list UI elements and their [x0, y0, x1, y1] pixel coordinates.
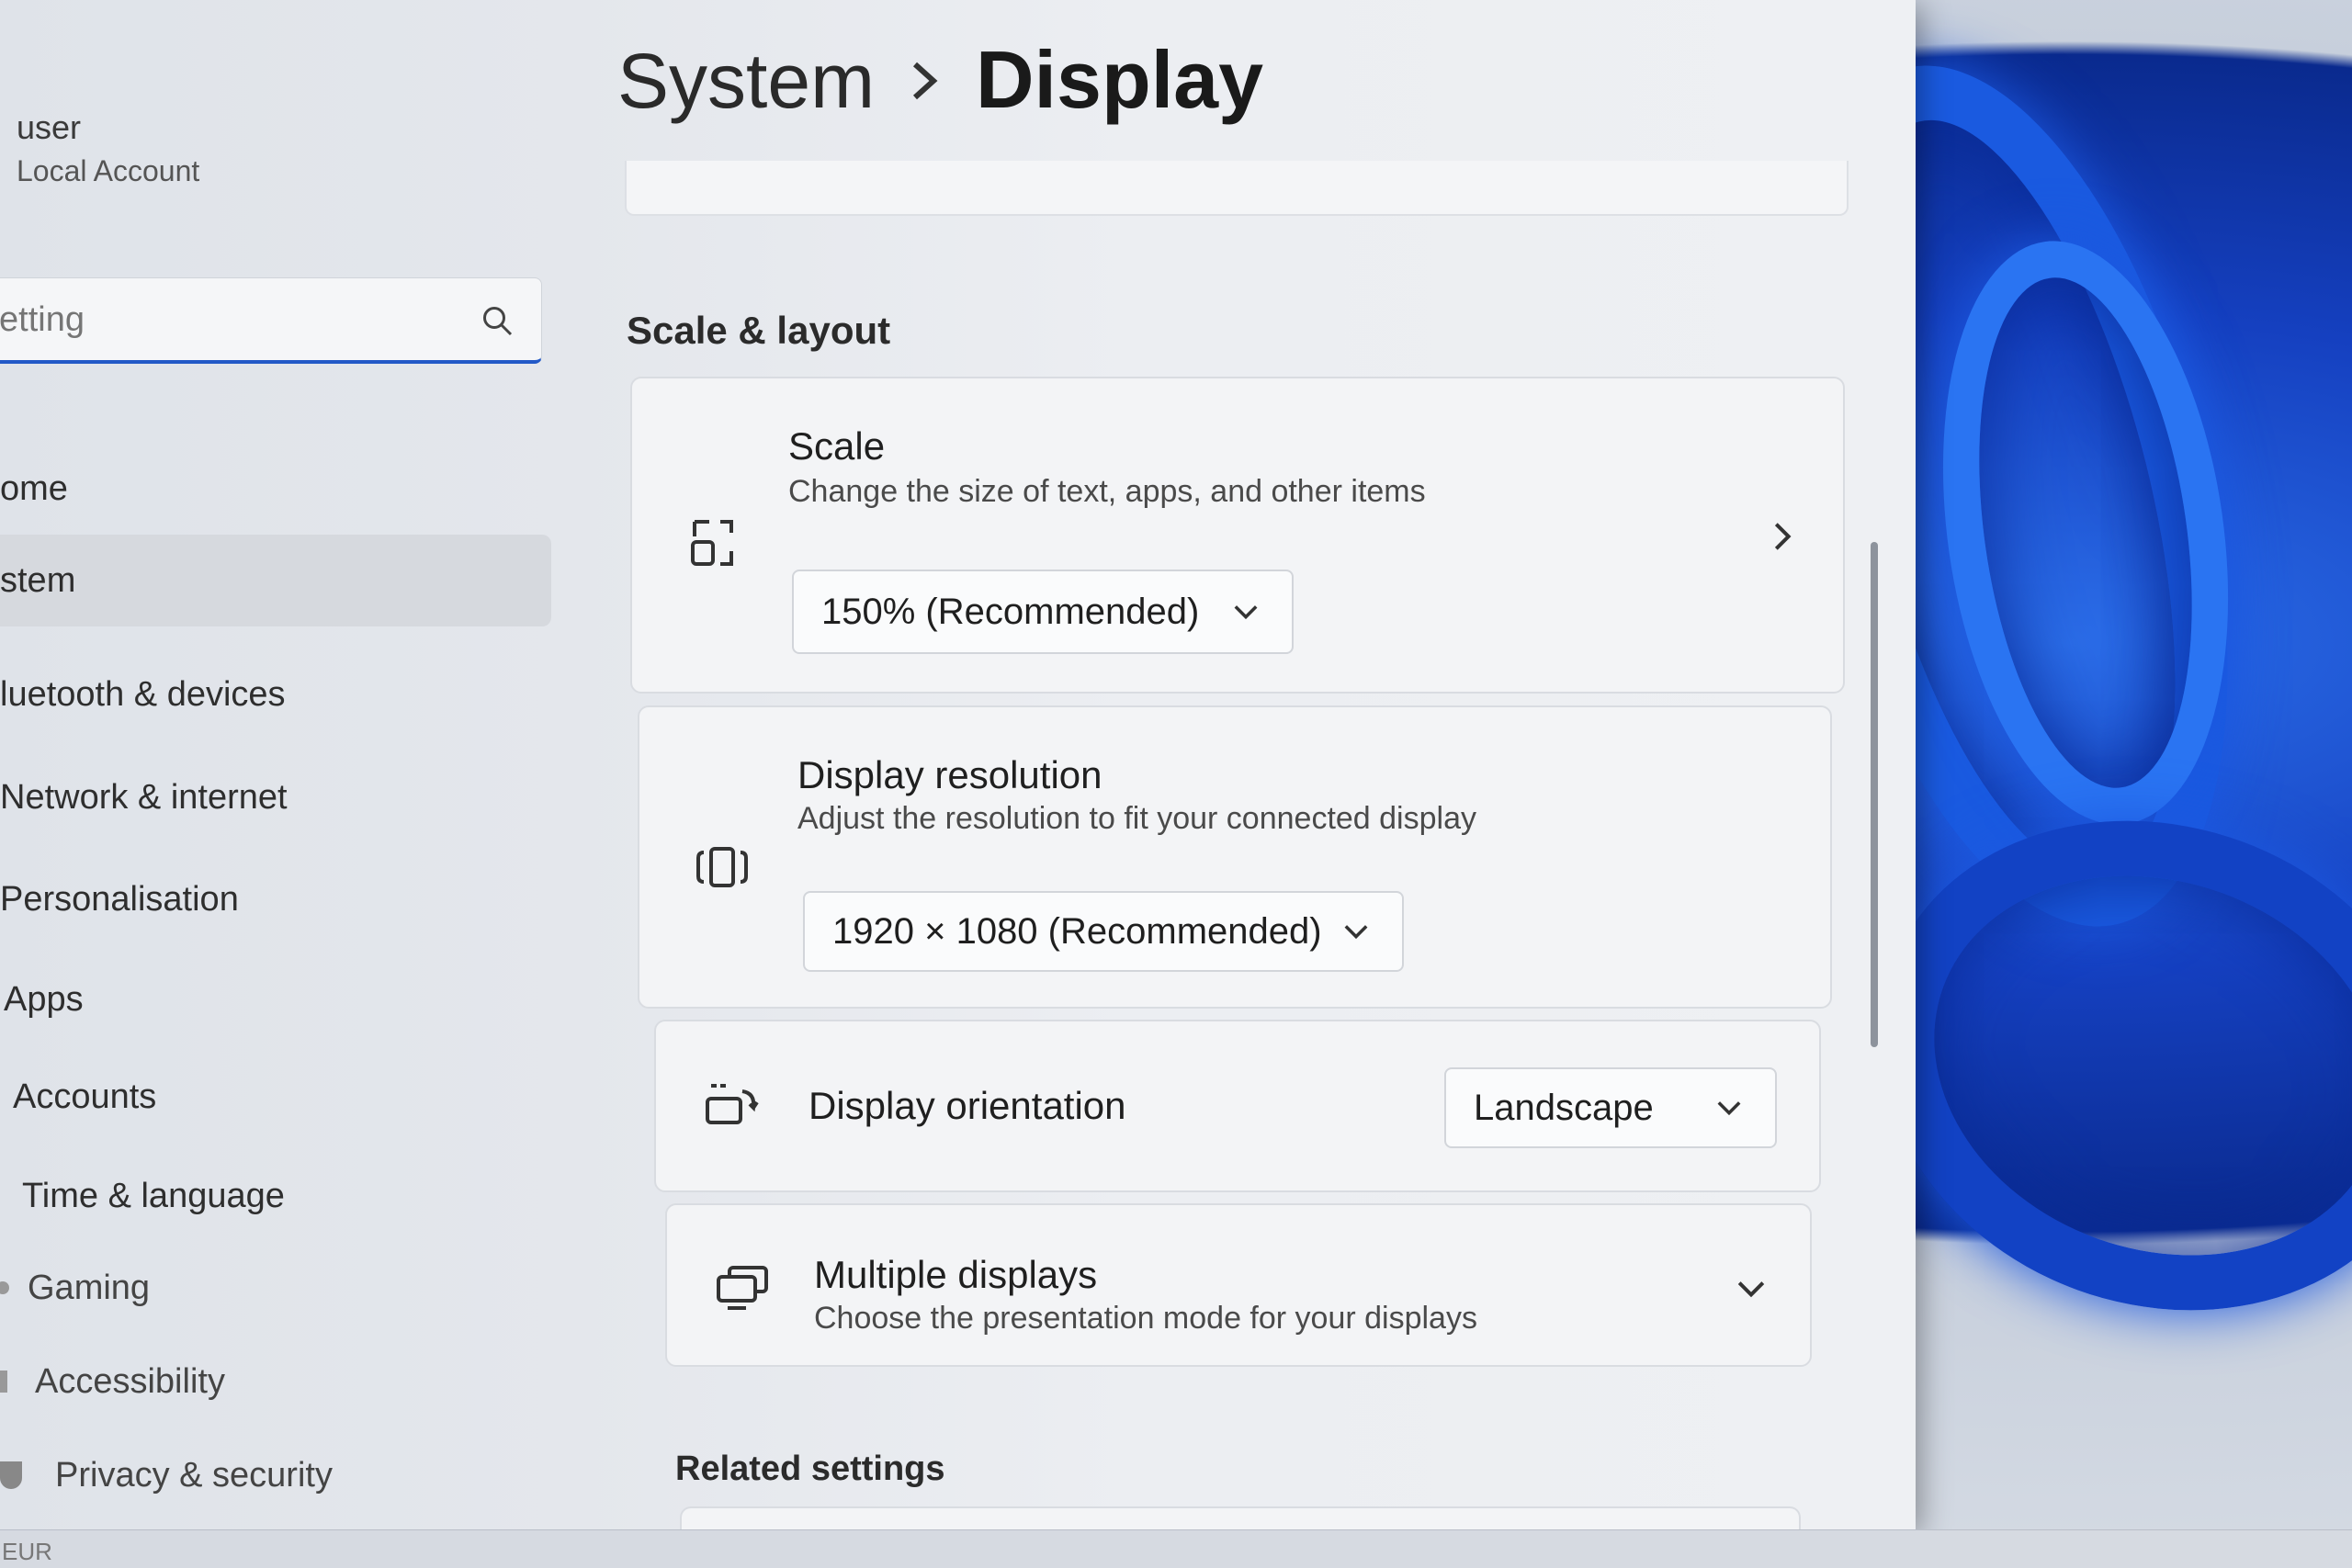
sidebar-item-privacy[interactable]: Privacy & security [0, 1429, 551, 1521]
search-box[interactable] [0, 277, 542, 364]
multiple-displays-description: Choose the presentation mode for your di… [814, 1301, 1477, 1336]
orientation-value: Landscape [1474, 1087, 1654, 1128]
search-input[interactable] [0, 278, 451, 361]
sidebar-item-bluetooth[interactable]: luetooth & devices [0, 649, 551, 740]
search-icon[interactable] [481, 304, 514, 337]
chevron-right-icon[interactable] [1770, 518, 1795, 555]
multiple-displays-title: Multiple displays [814, 1253, 1098, 1296]
sidebar-item-accessibility[interactable]: Accessibility [0, 1336, 551, 1427]
orientation-card: Display orientation Landscape [654, 1020, 1821, 1192]
accessibility-icon [0, 1371, 7, 1393]
scale-card[interactable]: Scale Change the size of text, apps, and… [630, 377, 1845, 694]
scrollbar[interactable] [1871, 542, 1878, 1047]
sidebar-item-label: Network & internet [0, 777, 288, 817]
chevron-down-icon [1344, 925, 1368, 940]
sidebar-item-label: luetooth & devices [0, 674, 286, 714]
resolution-description: Adjust the resolution to fit your connec… [797, 801, 1476, 836]
resolution-icon [696, 847, 748, 887]
chevron-down-icon[interactable] [1736, 1279, 1766, 1299]
breadcrumb-parent[interactable]: System [617, 37, 875, 126]
sidebar-item-gaming[interactable]: Gaming [0, 1242, 551, 1334]
sidebar-item-label: Personalisation [0, 879, 239, 919]
chevron-right-icon [912, 62, 938, 100]
orientation-title: Display orientation [808, 1084, 1126, 1127]
multiple-displays-card[interactable]: Multiple displays Choose the presentatio… [665, 1203, 1812, 1367]
scale-title: Scale [788, 424, 886, 468]
shield-icon [0, 1461, 22, 1489]
sidebar-item-label: Accounts [13, 1077, 157, 1116]
taskbar: EUR [0, 1529, 2352, 1568]
resolution-dropdown[interactable]: 1920 × 1080 (Recommended) [803, 891, 1404, 972]
scale-value: 150% (Recommended) [821, 591, 1200, 632]
language-indicator[interactable]: EUR [2, 1538, 52, 1566]
sidebar-item-accounts[interactable]: Accounts [0, 1051, 551, 1143]
sidebar-item-label: Privacy & security [55, 1455, 333, 1495]
orientation-dropdown[interactable]: Landscape [1444, 1067, 1777, 1148]
sidebar-item-label: ome [0, 468, 68, 508]
user-name: user [17, 108, 82, 146]
previous-card [625, 161, 1849, 216]
scale-icon [691, 520, 733, 566]
sidebar-item-time-language[interactable]: Time & language [0, 1150, 551, 1242]
chevron-down-icon [1234, 605, 1258, 620]
section-title-related-settings: Related settings [675, 1450, 945, 1488]
scale-dropdown[interactable]: 150% (Recommended) [792, 570, 1294, 654]
sidebar-item-label: Gaming [28, 1268, 151, 1307]
sidebar-item-label: stem [0, 560, 76, 600]
section-title-scale-layout: Scale & layout [627, 309, 891, 352]
sidebar-item-label: Accessibility [35, 1361, 225, 1401]
resolution-card: Display resolution Adjust the resolution… [638, 705, 1832, 1009]
user-account-type: Local Account [17, 154, 200, 187]
chevron-down-icon [1717, 1101, 1741, 1116]
resolution-value: 1920 × 1080 (Recommended) [832, 910, 1322, 952]
multiple-displays-icon [717, 1266, 768, 1310]
sidebar-item-label: Time & language [22, 1176, 285, 1215]
sidebar-item-system[interactable]: stem [0, 535, 551, 626]
page-title: Display [976, 34, 1264, 125]
sidebar-item-home[interactable]: ome [0, 443, 551, 535]
settings-window: user Local Account ome stem luetooth & d… [0, 0, 1916, 1529]
sidebar-item-apps[interactable]: Apps [0, 953, 551, 1045]
orientation-icon [706, 1084, 759, 1124]
resolution-title: Display resolution [797, 753, 1102, 796]
scale-description: Change the size of text, apps, and other… [788, 474, 1426, 509]
sidebar-item-label: Apps [4, 979, 84, 1019]
sidebar-item-personalisation[interactable]: Personalisation [0, 853, 551, 945]
sidebar-item-network[interactable]: Network & internet [0, 751, 551, 843]
gamepad-icon [0, 1281, 9, 1294]
related-settings-card[interactable] [680, 1506, 1801, 1529]
